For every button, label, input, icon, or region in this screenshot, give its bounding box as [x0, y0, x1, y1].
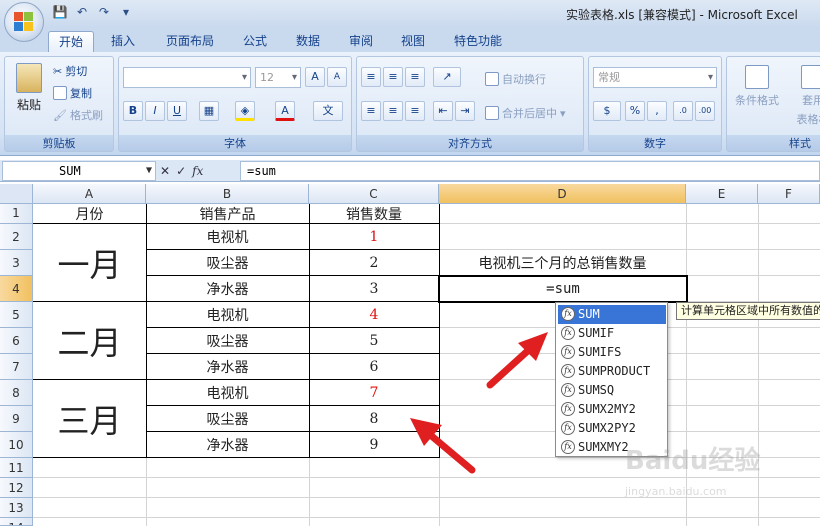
baidu-watermark: Baidu经验 jingyan.baidu.com [625, 440, 775, 510]
arrow-to-quantity [410, 418, 476, 474]
watermark-text: Baidu经验 [625, 446, 761, 476]
arrow-to-dropdown [486, 332, 548, 389]
office-logo-icon [14, 12, 34, 32]
watermark-sub: jingyan.baidu.com [625, 485, 727, 498]
office-button[interactable] [4, 2, 44, 42]
